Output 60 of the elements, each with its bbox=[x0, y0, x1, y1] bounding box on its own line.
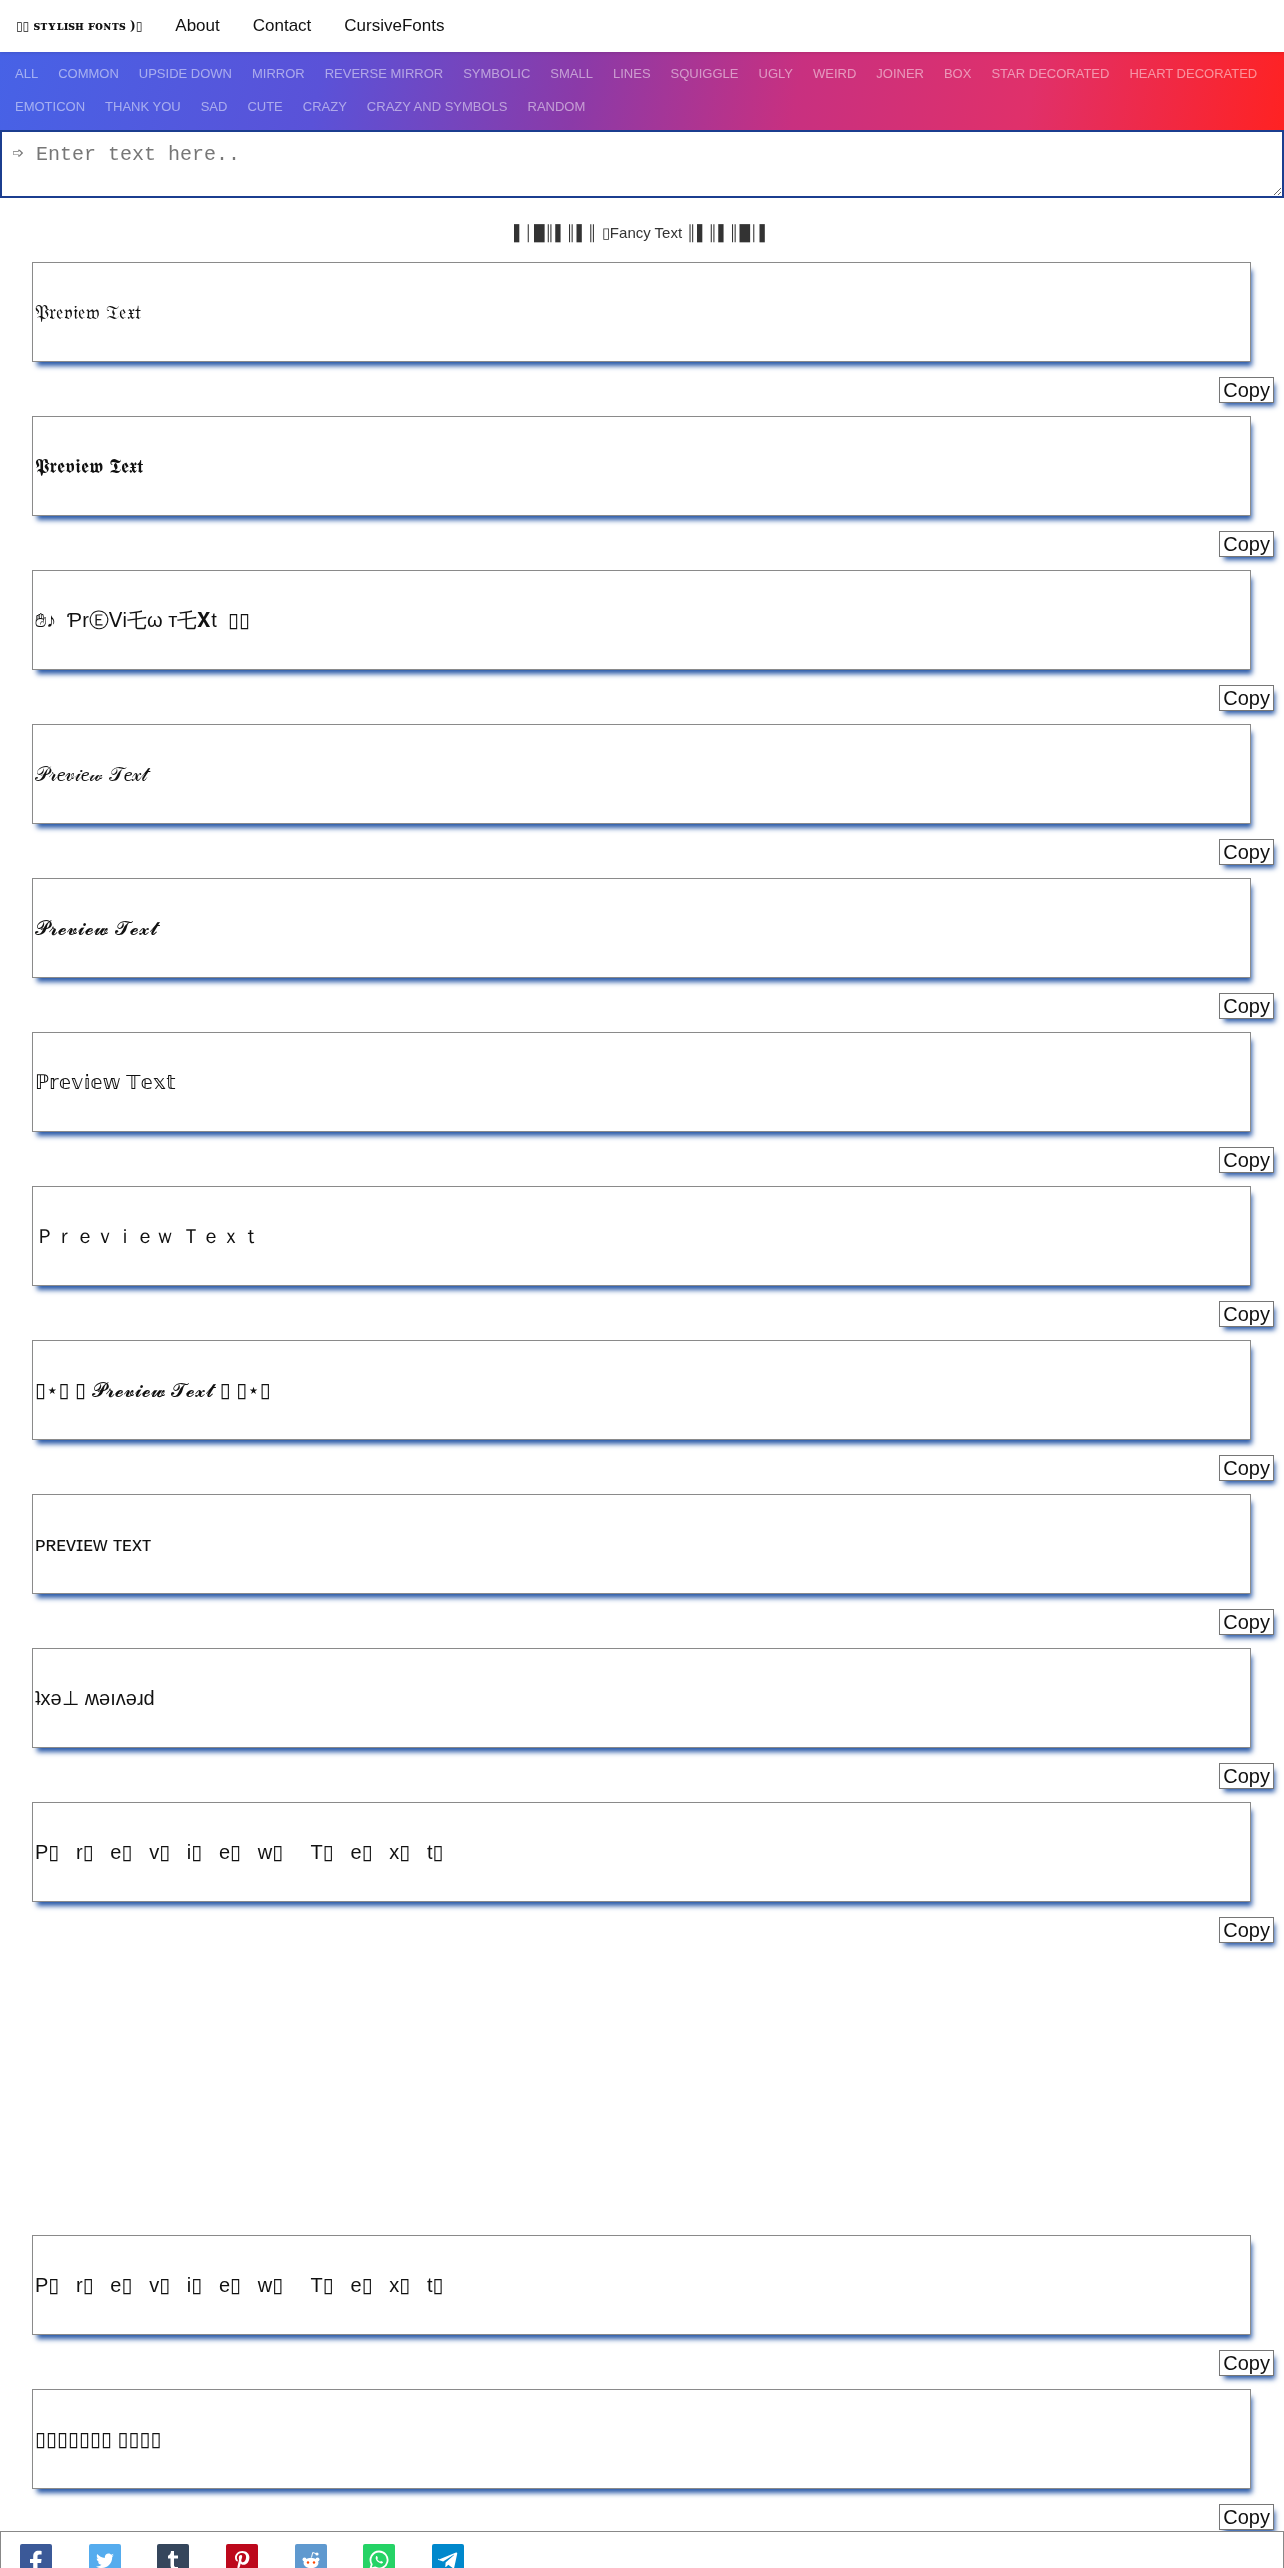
category-link[interactable]: THANK YOU bbox=[95, 90, 191, 123]
preview-text: 𝓟𝓻𝓮𝓿𝓲𝓮𝔀 𝓣𝓮𝔁𝓽 bbox=[35, 916, 158, 941]
category-link[interactable]: WEIRD bbox=[802, 57, 867, 90]
preview-text: P▯ r▯ e▯ v▯ i▯ e▯ w▯ T▯ e▯ x▯ t▯ bbox=[35, 1840, 444, 1865]
copy-button[interactable]: Copy bbox=[1219, 1917, 1274, 1943]
category-link[interactable]: LINES bbox=[603, 57, 661, 90]
alien-icon[interactable] bbox=[294, 2544, 327, 2568]
copy-button[interactable]: Copy bbox=[1219, 839, 1274, 865]
nav-link[interactable]: Contact bbox=[252, 16, 312, 36]
category-link[interactable]: CRAZY bbox=[292, 90, 357, 123]
f-logo-icon[interactable] bbox=[20, 2544, 52, 2568]
p-logo-icon[interactable] bbox=[226, 2544, 259, 2568]
copy-button[interactable]: Copy bbox=[1219, 1147, 1274, 1173]
preview-text: ✋♪ ƤrⒺᐯi乇ω т乇𝐗t ▯▯ bbox=[35, 608, 250, 633]
nav-link[interactable]: CursiveFonts bbox=[344, 16, 445, 36]
preview-text: Ｐｒｅｖｉｅｗ Ｔｅｘｔ bbox=[35, 1224, 261, 1249]
copy-button[interactable]: Copy bbox=[1219, 1455, 1274, 1481]
preview-text: 𝔓𝔯𝔢𝔳𝔦𝔢𝔴 𝔗𝔢𝔵𝔱 bbox=[35, 300, 141, 325]
category-link[interactable]: MIRROR bbox=[242, 57, 315, 90]
category-link[interactable]: SMALL bbox=[540, 57, 603, 90]
preview-text: ᴘʀᴇᴠɪᴇᴡ ᴛᴇxᴛ bbox=[35, 1532, 152, 1557]
preview-text: ▯▯▯▯▯▯▯ ▯▯▯▯ bbox=[35, 2427, 162, 2452]
copy-button[interactable]: Copy bbox=[1219, 1609, 1274, 1635]
category-link[interactable]: RANDOM bbox=[517, 90, 596, 123]
preview-text: ℙ𝕣𝕖𝕧𝕚𝕖𝕨 𝕋𝕖𝕩𝕥 bbox=[35, 1070, 176, 1095]
category-link[interactable]: HEART DECORATED bbox=[1119, 57, 1268, 90]
category-link[interactable]: UGLY bbox=[748, 57, 803, 90]
category-link[interactable]: UPSIDE DOWN bbox=[128, 57, 242, 90]
category-link[interactable]: SAD bbox=[190, 90, 238, 123]
category-link[interactable]: REVERSE MIRROR bbox=[314, 57, 454, 90]
category-link[interactable]: STAR DECORATED bbox=[981, 57, 1120, 90]
preview-text: ▯⋆▯ ▯ 𝓟𝓻𝓮𝓿𝓲𝓮𝔀 𝓣𝓮𝔁𝓽 ▯ ▯⋆▯ bbox=[35, 1378, 271, 1403]
copy-button[interactable]: Copy bbox=[1219, 2350, 1274, 2376]
copy-button[interactable]: Copy bbox=[1219, 2504, 1274, 2530]
category-link[interactable]: CRAZY AND SYMBOLS bbox=[356, 90, 518, 123]
preview-text: P▯ r▯ e▯ v▯ i▯ e▯ w▯ T▯ e▯ x▯ t▯ bbox=[35, 2273, 444, 2298]
category-link[interactable]: COMMON bbox=[48, 57, 129, 90]
phone-bubble-icon[interactable] bbox=[363, 2544, 396, 2568]
category-link[interactable]: EMOTICON bbox=[5, 90, 96, 123]
category-link[interactable]: JOINER bbox=[866, 57, 934, 90]
site-logo[interactable]: ▯▯ ꜱᴛʏʟɪꜱʜ ꜰᴏɴᴛꜱ )▯ bbox=[16, 19, 143, 33]
category-link[interactable]: ALL bbox=[5, 57, 49, 90]
copy-button[interactable]: Copy bbox=[1219, 1763, 1274, 1789]
t-logo-icon[interactable] bbox=[157, 2544, 190, 2568]
preview-text: 𝕻𝖗𝖊𝖛𝖎𝖊𝖜 𝕿𝖊𝖝𝖙 bbox=[35, 454, 143, 479]
bird-icon[interactable] bbox=[88, 2544, 121, 2568]
copy-button[interactable]: Copy bbox=[1219, 377, 1274, 403]
category-link[interactable]: CUTE bbox=[237, 90, 293, 123]
text-input[interactable]: ➩ Enter text here.. bbox=[0, 130, 1284, 198]
nav-link[interactable]: About bbox=[175, 16, 220, 36]
copy-button[interactable]: Copy bbox=[1219, 993, 1274, 1019]
copy-button[interactable]: Copy bbox=[1219, 531, 1274, 557]
fancy-text-heading: ▌│█║▌║▌║ ▯Fancy Text ║▌║▌║█│▌ bbox=[513, 223, 771, 243]
category-link[interactable]: SYMBOLIC bbox=[453, 57, 541, 90]
category-link[interactable]: BOX bbox=[933, 57, 982, 90]
copy-button[interactable]: Copy bbox=[1219, 1301, 1274, 1327]
paper-plane-icon[interactable] bbox=[432, 2544, 465, 2568]
preview-text: ʇxǝ⊥ ʍǝıʌǝɹd bbox=[35, 1686, 155, 1711]
category-link[interactable]: SQUIGGLE bbox=[660, 57, 749, 90]
copy-button[interactable]: Copy bbox=[1219, 685, 1274, 711]
